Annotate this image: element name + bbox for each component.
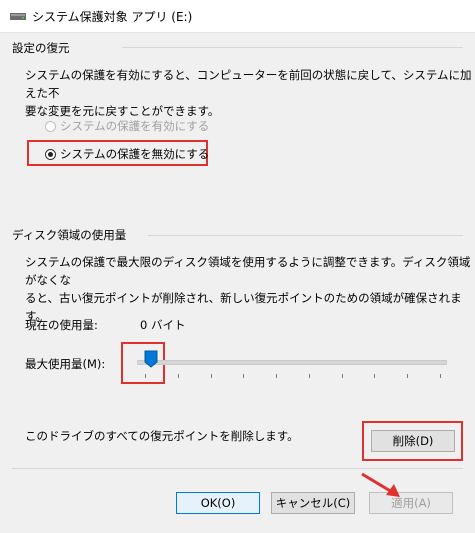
window-title: システム保護対象 アプリ (E:) bbox=[32, 10, 193, 24]
slider-tick bbox=[341, 374, 343, 378]
slider-tick bbox=[145, 374, 146, 378]
current-usage-value: 0 バイト bbox=[140, 318, 186, 332]
slider-tick bbox=[374, 374, 376, 378]
ok-button[interactable]: OK(O) bbox=[176, 492, 260, 514]
max-usage-label: 最大使用量(M): bbox=[25, 357, 106, 371]
max-usage-slider-thumb[interactable] bbox=[144, 350, 158, 368]
restore-description: システムの保護を有効にすると、コンピューターを前回の状態に戻して、システムに加え… bbox=[25, 68, 472, 118]
slider-tick bbox=[243, 374, 245, 378]
group-divider bbox=[148, 235, 463, 236]
drive-icon bbox=[10, 13, 26, 20]
delete-button[interactable]: 削除(D) bbox=[371, 430, 455, 452]
slider-tick bbox=[440, 374, 441, 378]
restore-settings-header: 設定の復元 bbox=[12, 41, 70, 55]
disk-usage-header: ディスク領域の使用量 bbox=[12, 228, 127, 242]
radio-button-unchecked bbox=[45, 120, 56, 132]
radio-disable-protection[interactable]: システムの保護を無効にする bbox=[45, 146, 209, 162]
cancel-button[interactable]: キャンセル(C) bbox=[271, 492, 355, 514]
disk-usage-description: システムの保護で最大限のディスク領域を使用するように調整できます。ディスク領域が… bbox=[25, 255, 471, 323]
slider-tick bbox=[308, 374, 310, 378]
slider-tick bbox=[210, 374, 212, 378]
divider-line bbox=[12, 468, 463, 469]
radio-enable-protection: システムの保護を有効にする bbox=[45, 118, 209, 134]
slider-tick bbox=[407, 374, 409, 378]
slider-tick bbox=[177, 374, 179, 378]
group-divider bbox=[122, 47, 463, 48]
slider-tick bbox=[276, 374, 278, 378]
delete-description: このドライブのすべての復元ポイントを削除します。 bbox=[25, 429, 299, 443]
max-usage-slider-track[interactable] bbox=[137, 360, 447, 365]
red-arrow-annotation bbox=[361, 472, 400, 497]
title-bar: システム保護対象 アプリ (E:) bbox=[0, 0, 475, 33]
radio-button-checked[interactable] bbox=[45, 148, 56, 160]
current-usage-label: 現在の使用量: bbox=[25, 318, 98, 332]
